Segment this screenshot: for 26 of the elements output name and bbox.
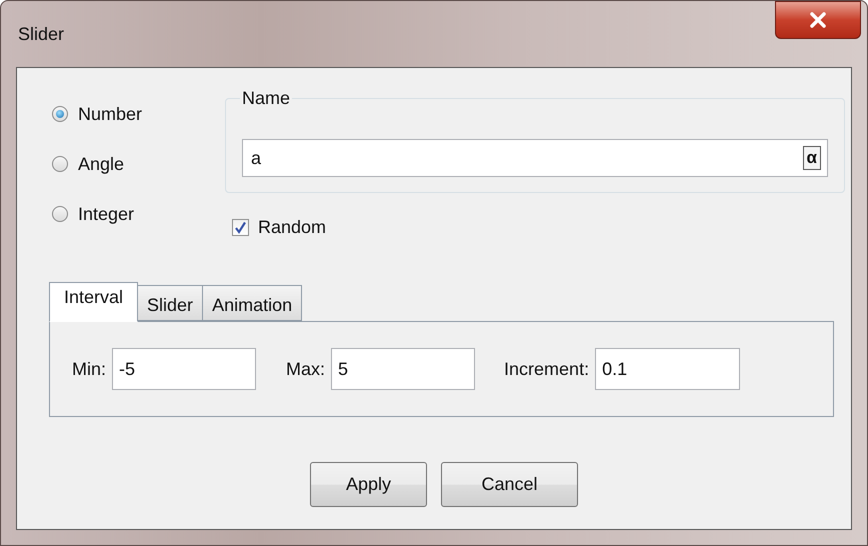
radio-button[interactable]: [52, 106, 68, 122]
close-button[interactable]: [775, 1, 861, 39]
radio-button[interactable]: [52, 156, 68, 172]
close-icon: [809, 12, 827, 28]
field-label: Min:: [72, 358, 106, 380]
field-label: Max:: [286, 358, 326, 380]
check-icon: [234, 221, 247, 234]
field-label: Increment:: [504, 358, 590, 380]
input-field[interactable]: -5: [112, 348, 256, 390]
field-value: a: [251, 146, 262, 170]
radio-label: Integer: [78, 202, 134, 226]
radio-label: Angle: [78, 152, 124, 176]
checkbox[interactable]: [232, 219, 249, 236]
tab[interactable]: Interval: [49, 282, 138, 322]
dialog-button[interactable]: Cancel: [441, 462, 578, 507]
checkbox-label: Random: [258, 216, 326, 239]
radio-button[interactable]: [52, 206, 68, 222]
tab[interactable]: Animation: [203, 285, 302, 321]
name-field[interactable]: a α: [242, 139, 828, 177]
symbol-button[interactable]: α: [802, 146, 821, 170]
radio-label: Number: [78, 102, 142, 126]
dialog-button[interactable]: Apply: [310, 462, 427, 507]
input-field[interactable]: 5: [331, 348, 476, 390]
window-title: Slider: [18, 23, 64, 46]
tab[interactable]: Slider: [138, 285, 204, 321]
input-field[interactable]: 0.1: [595, 348, 740, 390]
